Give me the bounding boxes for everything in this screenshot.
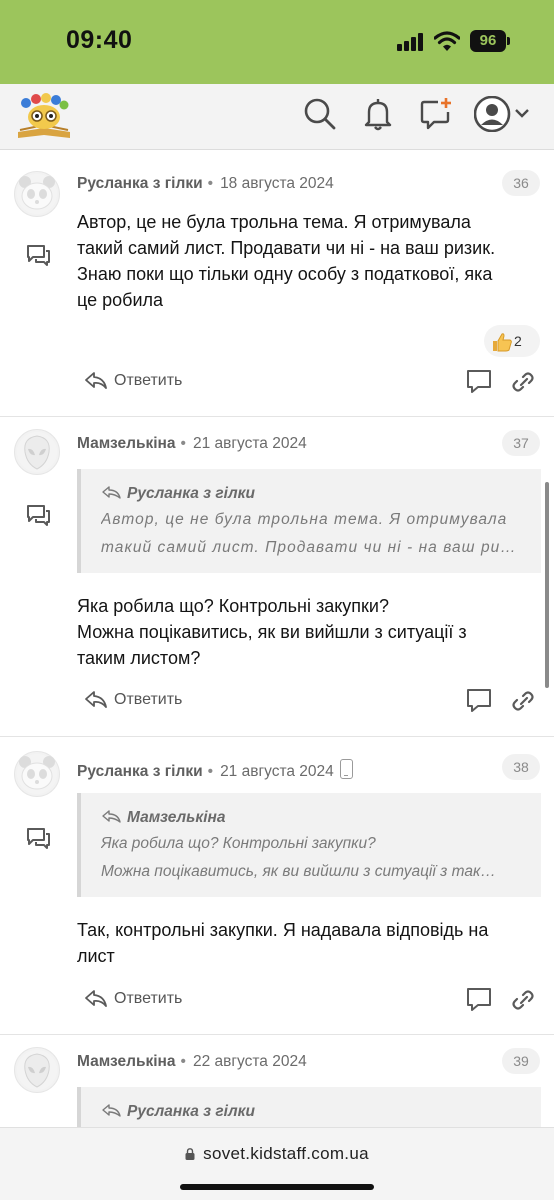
quote-author-name: Мамзелькіна [127, 809, 226, 826]
post-author[interactable]: Русланка з гілки [77, 763, 203, 780]
post-author[interactable]: Русланка з гілки [77, 175, 203, 192]
quote-author[interactable]: Русланка з гілки [101, 1101, 523, 1123]
quote-text: такий самий лист. Продавати чи ні - на в… [101, 539, 523, 556]
user-menu-icon[interactable] [474, 96, 534, 132]
post-body: Автор, це не була трольна тема. Я отриму… [77, 209, 537, 313]
quote-block: Русланка з гілки [77, 1087, 541, 1127]
post-author[interactable]: Мамзелькіна [77, 435, 176, 452]
reply-label: Ответить [114, 691, 183, 708]
separator-dot: • [180, 1053, 186, 1070]
link-icon[interactable] [510, 689, 536, 713]
quote-author[interactable]: Мамзелькіна [101, 807, 523, 829]
reply-label: Ответить [114, 990, 183, 1007]
app-header [0, 84, 554, 150]
panda-avatar[interactable] [14, 171, 60, 217]
post-body-line: такий самий лист. Продавати чи ні - на в… [77, 238, 496, 258]
new-topic-icon[interactable] [418, 96, 454, 132]
reaction-count: 2 [514, 333, 522, 349]
quote-reply-icon [102, 1104, 121, 1117]
reply-arrow-icon [85, 990, 107, 1007]
site-logo[interactable] [14, 92, 74, 142]
link-icon[interactable] [510, 370, 536, 394]
search-icon[interactable] [302, 96, 338, 132]
reply-button[interactable]: Ответить [84, 989, 182, 1009]
separator-dot: • [180, 435, 186, 452]
lock-icon [185, 1148, 195, 1160]
post-body: Яка робила що? Контрольні закупки? Можна… [77, 593, 537, 671]
status-bar: 09:40 96 [0, 0, 554, 84]
scrollbar[interactable] [545, 482, 549, 688]
quote-text: Автор, це не була трольна тема. Я отриму… [101, 511, 508, 528]
quote-reply-icon [102, 486, 121, 499]
alien-avatar[interactable] [14, 1047, 60, 1093]
post-date: 18 августа 2024 [220, 175, 334, 192]
post-date: 21 августа 2024 [192, 435, 307, 452]
quote-author-name: Русланка з гілки [127, 1103, 255, 1120]
comment-post: Мамзелькіна • 21 августа 2024 37 Русланка … [0, 417, 554, 737]
status-time: 09:40 [66, 26, 133, 54]
quote-comment-icon[interactable] [466, 369, 492, 393]
reaction-badge[interactable]: 2 [484, 325, 540, 357]
panda-avatar[interactable] [14, 751, 60, 797]
home-indicator[interactable] [180, 1184, 374, 1190]
post-number[interactable]: 38 [502, 754, 540, 780]
comment-post: Русланка з гілки • 21 августа 2024 38 Мамз… [0, 737, 554, 1035]
battery-icon: 96 [470, 30, 506, 52]
quote-comment-icon[interactable] [466, 987, 492, 1011]
post-body-line: лист [77, 946, 115, 966]
comments-feed: Русланка з гілки • 18 августа 2024 36 Авто… [0, 151, 554, 1127]
post-header: Русланка з гілки • 18 августа 2024 [77, 175, 334, 193]
comment-post: Русланка з гілки • 18 августа 2024 36 Авто… [0, 151, 554, 417]
url-field[interactable]: sovet.kidstaff.com.ua [0, 1144, 554, 1164]
post-body-line: Знаю поки що тільки одну особу з податко… [77, 264, 493, 284]
quote-block: Русланка з гілки Автор, це не була троль… [77, 469, 541, 573]
thumbs-up-icon [493, 333, 512, 352]
post-header: Мамзелькіна • 22 августа 2024 [77, 1053, 307, 1071]
reply-arrow-icon [85, 691, 107, 708]
post-body-line: Можна поцікавитись, як ви вийшли з ситуа… [77, 622, 467, 642]
post-header: Русланка з гілки • 21 августа 2024 [77, 759, 353, 781]
quote-text: Яка робила що? Контрольні закупки? [101, 835, 376, 852]
quote-reply-icon [102, 810, 121, 823]
reply-button[interactable]: Ответить [84, 371, 182, 391]
post-body-line: Автор, це не була трольна тема. Я отриму… [77, 212, 471, 232]
separator-dot: • [207, 175, 214, 192]
post-number[interactable]: 39 [502, 1048, 540, 1074]
quote-text: Можна поцікавитись, як ви вийшли з ситуа… [101, 863, 496, 880]
battery-cap [507, 37, 510, 45]
reply-arrow-icon [85, 372, 107, 389]
comment-icon[interactable] [24, 503, 52, 527]
wifi-icon [434, 31, 460, 51]
separator-dot: • [207, 763, 214, 780]
link-icon[interactable] [510, 988, 536, 1012]
quote-author-name: Русланка з гілки [127, 485, 255, 502]
post-author[interactable]: Мамзелькіна [77, 1053, 176, 1070]
notifications-bell-icon[interactable] [360, 96, 396, 132]
reply-label: Ответить [114, 372, 183, 389]
url-text: sovet.kidstaff.com.ua [203, 1144, 369, 1163]
comment-icon[interactable] [24, 826, 52, 850]
quote-block: Мамзелькіна Яка робила що? Контрольні за… [77, 793, 541, 897]
quote-author[interactable]: Русланка з гілки [101, 483, 523, 505]
comment-icon[interactable] [24, 243, 52, 267]
post-date: 21 августа 2024 [220, 763, 334, 780]
mobile-device-icon [339, 759, 353, 779]
quote-comment-icon[interactable] [466, 688, 492, 712]
browser-address-bar: sovet.kidstaff.com.ua [0, 1127, 554, 1200]
post-number[interactable]: 36 [502, 170, 540, 196]
signal-icon [397, 33, 427, 51]
post-body-line: таким листом? [77, 648, 201, 668]
alien-avatar[interactable] [14, 429, 60, 475]
reply-button[interactable]: Ответить [84, 690, 182, 710]
comment-post: Мамзелькіна • 22 августа 2024 39 Русланка … [0, 1035, 554, 1127]
post-body-line: Так, контрольні закупки. Я надавала відп… [77, 920, 489, 940]
post-number[interactable]: 37 [502, 430, 540, 456]
post-header: Мамзелькіна • 21 августа 2024 [77, 435, 307, 453]
post-body: Так, контрольні закупки. Я надавала відп… [77, 917, 537, 969]
post-body-line: це робила [77, 290, 164, 310]
post-body-line: Яка робила що? Контрольні закупки? [77, 596, 389, 616]
post-date: 22 августа 2024 [192, 1053, 307, 1070]
